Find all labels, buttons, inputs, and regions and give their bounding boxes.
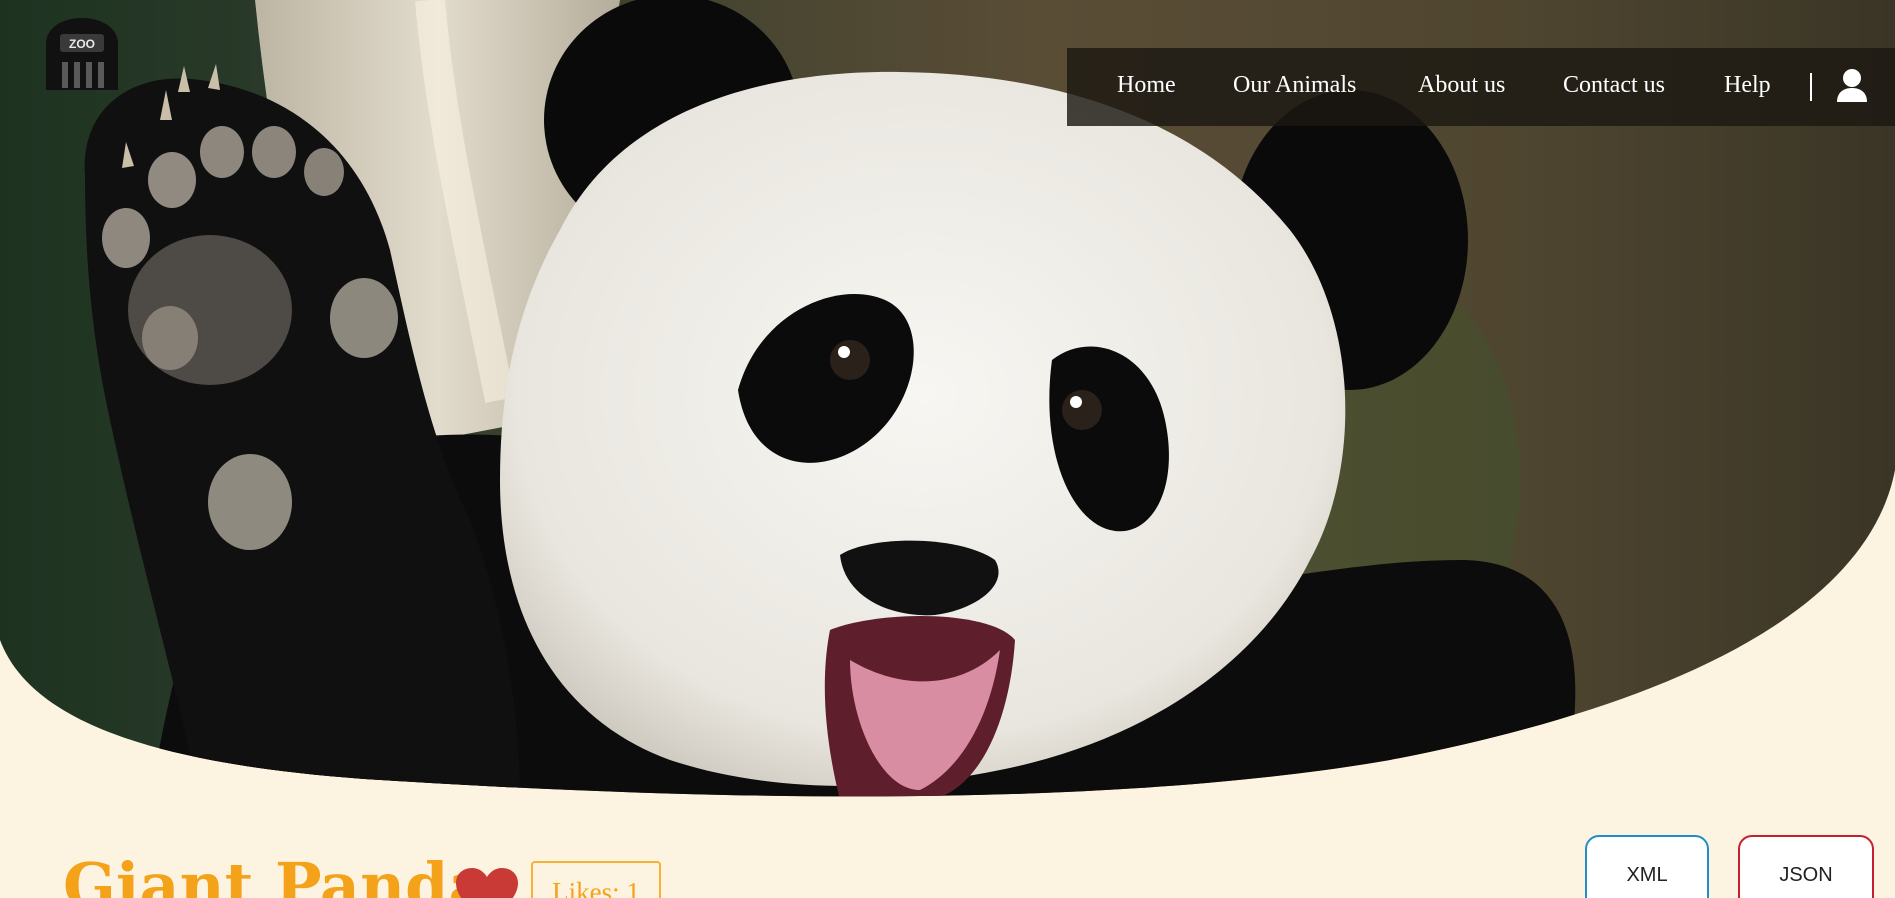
animal-name-title: Giant Panda bbox=[63, 849, 489, 898]
user-icon[interactable] bbox=[1835, 68, 1869, 104]
nav-home-link[interactable]: Home bbox=[1117, 72, 1176, 99]
zoo-logo[interactable]: ZOO bbox=[40, 14, 124, 94]
zoo-logo-text: ZOO bbox=[69, 37, 95, 51]
nav-help-link[interactable]: Help bbox=[1724, 72, 1771, 99]
likes-count-badge: Likes: 1 bbox=[531, 861, 661, 898]
nav-contact-us-link[interactable]: Contact us bbox=[1563, 72, 1665, 99]
export-xml-button[interactable]: XML bbox=[1585, 835, 1709, 898]
animal-page: ZOO Home Our Animals About us Contact us… bbox=[0, 0, 1895, 898]
nav-about-us-link[interactable]: About us bbox=[1418, 72, 1505, 99]
zoo-gate-icon: ZOO bbox=[46, 18, 118, 90]
top-navigation: Home Our Animals About us Contact us Hel… bbox=[1067, 48, 1895, 126]
nav-divider bbox=[1810, 73, 1812, 101]
nav-our-animals-link[interactable]: Our Animals bbox=[1233, 72, 1356, 99]
heart-icon[interactable] bbox=[454, 866, 520, 898]
export-json-button[interactable]: JSON bbox=[1738, 835, 1874, 898]
